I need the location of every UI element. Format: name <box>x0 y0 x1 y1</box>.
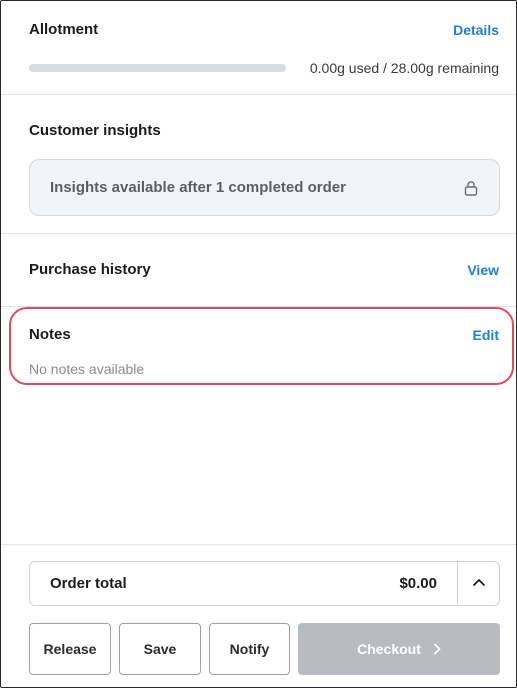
allotment-progress-bar <box>29 64 286 72</box>
checkout-label: Checkout <box>357 641 421 657</box>
checkout-button[interactable]: Checkout <box>298 623 500 675</box>
order-total-amount: $0.00 <box>399 575 437 592</box>
release-button[interactable]: Release <box>29 623 111 675</box>
chevron-right-icon <box>433 643 441 655</box>
order-total-bar: Order total $0.00 <box>29 561 500 606</box>
allotment-title: Allotment <box>29 21 99 38</box>
chevron-up-icon <box>473 579 485 586</box>
notes-title: Notes <box>29 326 71 343</box>
divider <box>1 94 516 95</box>
order-total-label: Order total <box>50 575 127 592</box>
purchase-history-title: Purchase history <box>29 261 151 278</box>
purchase-history-view-link[interactable]: View <box>467 262 499 278</box>
insights-locked-box: Insights available after 1 completed ord… <box>29 159 500 216</box>
lock-icon <box>464 181 478 196</box>
divider <box>1 233 516 234</box>
divider <box>1 544 516 545</box>
customer-insights-title: Customer insights <box>29 122 161 139</box>
notes-empty-text: No notes available <box>29 361 145 377</box>
order-total-expand-button[interactable] <box>457 562 499 605</box>
notify-button[interactable]: Notify <box>209 623 290 675</box>
allotment-details-link[interactable]: Details <box>453 22 499 38</box>
allotment-usage-text: 0.00g used / 28.00g remaining <box>309 60 499 76</box>
cart-panel: Allotment Details 0.00g used / 28.00g re… <box>0 0 517 688</box>
save-button[interactable]: Save <box>119 623 201 675</box>
insights-message: Insights available after 1 completed ord… <box>50 179 346 196</box>
notes-edit-link[interactable]: Edit <box>473 327 499 343</box>
